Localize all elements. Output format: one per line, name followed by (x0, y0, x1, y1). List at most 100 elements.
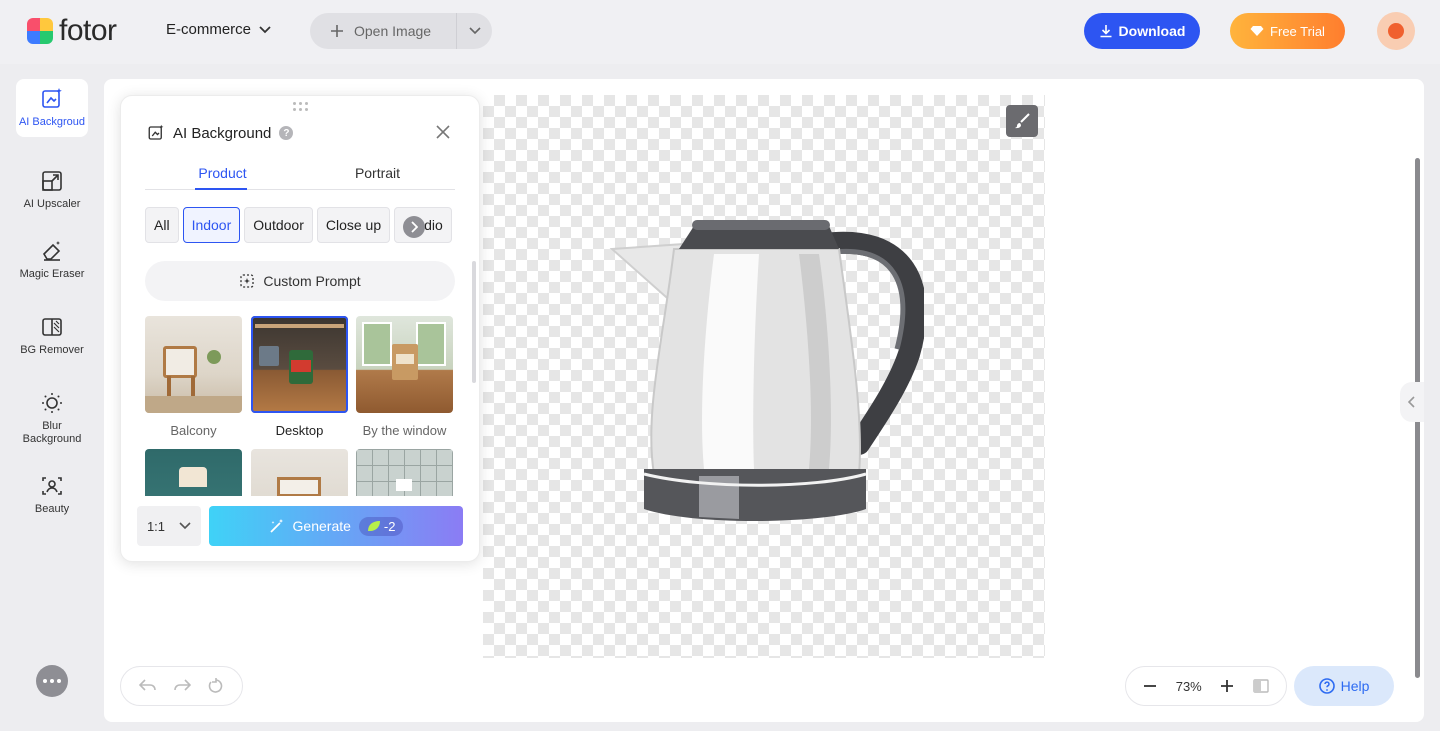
tab-product[interactable]: Product (145, 158, 300, 190)
blur-icon (42, 393, 62, 413)
info-icon[interactable]: ? (279, 126, 294, 140)
ai-background-panel: AI Background ? Product Portrait All Ind… (120, 95, 480, 562)
undo-icon[interactable] (139, 679, 157, 693)
open-image-button[interactable]: Open Image (310, 13, 456, 49)
chevron-right-icon (411, 221, 418, 233)
tool-rail: AI Backgroud AI Upscaler Magic Eraser BG… (0, 64, 104, 731)
drag-handle-icon[interactable] (293, 102, 308, 111)
fotor-logo[interactable]: fotor (27, 16, 117, 46)
credit-cost: -2 (383, 518, 396, 534)
download-icon (1100, 25, 1112, 38)
generate-button[interactable]: Generate -2 (209, 506, 463, 546)
zoom-in-icon[interactable] (1220, 679, 1234, 693)
diamond-icon (1250, 26, 1264, 36)
logo-mark-icon (27, 18, 53, 44)
avatar-dot (1388, 23, 1404, 39)
chip-indoor[interactable]: Indoor (182, 207, 241, 243)
brush-tool-button[interactable] (1006, 105, 1038, 137)
generate-label: Generate (292, 518, 351, 534)
eraser-icon (42, 241, 61, 261)
template-desktop[interactable]: Desktop (251, 316, 348, 438)
chip-all[interactable]: All (145, 207, 179, 243)
bg-remover-icon (42, 318, 62, 336)
chips-next-button[interactable] (403, 216, 425, 238)
panel-footer: 1:1 Generate -2 (137, 505, 467, 547)
more-dots-icon (57, 679, 61, 683)
download-label: Download (1118, 23, 1186, 39)
redo-icon[interactable] (173, 679, 192, 693)
logo-text: fotor (59, 14, 117, 47)
open-image-label: Open Image (354, 23, 432, 39)
open-image-dropdown[interactable] (456, 13, 492, 49)
chevron-left-icon (1408, 396, 1415, 408)
free-trial-label: Free Trial (1270, 23, 1325, 39)
ai-background-icon (42, 88, 62, 108)
tab-portrait[interactable]: Portrait (300, 158, 455, 189)
collapse-side-tab[interactable] (1400, 382, 1424, 422)
panel-title: AI Background (173, 124, 272, 142)
rail-item-blur-background[interactable]: Blur Background (16, 383, 88, 454)
template-thumb-6[interactable] (356, 449, 453, 496)
template-image (145, 449, 242, 496)
reset-icon[interactable] (208, 678, 224, 694)
template-image (251, 449, 348, 496)
magic-prompt-icon (240, 274, 255, 288)
rail-item-ai-background[interactable]: AI Backgroud (16, 79, 88, 137)
panel-header: AI Background ? (147, 124, 294, 142)
template-thumb-5[interactable] (251, 449, 348, 496)
rail-item-label: Beauty (34, 503, 70, 515)
template-thumb-4[interactable] (145, 449, 242, 496)
template-balcony[interactable]: Balcony (145, 316, 242, 438)
rail-item-magic-eraser[interactable]: Magic Eraser (16, 231, 88, 289)
template-image (356, 316, 453, 413)
rail-item-bg-remover[interactable]: BG Remover (16, 307, 88, 365)
aspect-ratio-select[interactable]: 1:1 (137, 506, 201, 546)
custom-prompt-button[interactable]: Custom Prompt (145, 261, 455, 301)
template-image (251, 316, 348, 413)
chip-outdoor[interactable]: Outdoor (244, 207, 313, 243)
open-image-control: Open Image (310, 13, 492, 49)
history-controls (120, 666, 243, 706)
template-caption: By the window (362, 423, 447, 438)
template-caption: Desktop (275, 423, 324, 438)
panel-tabs: Product Portrait (145, 158, 455, 190)
rail-item-label: Magic Eraser (19, 268, 85, 280)
plus-icon (331, 25, 343, 37)
rail-item-label: Blur Background (22, 420, 82, 445)
rail-item-label: AI Upscaler (23, 198, 81, 210)
help-button[interactable]: Help (1294, 666, 1394, 706)
chevron-down-icon (259, 25, 271, 33)
more-tools-button[interactable] (36, 665, 68, 697)
chevron-down-icon (179, 522, 191, 530)
help-label: Help (1340, 678, 1370, 694)
zoom-controls: 73% (1125, 666, 1287, 706)
ecommerce-menu[interactable]: E-commerce (166, 21, 271, 38)
download-button[interactable]: Download (1084, 13, 1200, 49)
credit-cost-badge: -2 (358, 516, 404, 536)
ecommerce-menu-label: E-commerce (166, 21, 252, 38)
rail-item-label: BG Remover (20, 344, 84, 356)
template-grid: Balcony Desktop By the window (145, 316, 455, 496)
leaf-icon (367, 521, 380, 531)
rail-item-beauty[interactable]: Beauty (16, 466, 88, 524)
rail-item-ai-upscaler[interactable]: AI Upscaler (16, 161, 88, 219)
close-icon[interactable] (433, 122, 453, 142)
template-image (356, 449, 453, 496)
zoom-out-icon[interactable] (1143, 679, 1157, 693)
compare-icon[interactable] (1253, 679, 1269, 693)
panel-scrollbar[interactable] (472, 261, 476, 383)
avatar[interactable] (1377, 12, 1415, 50)
more-dots-icon (50, 679, 54, 683)
rail-item-label: AI Backgroud (18, 116, 86, 128)
free-trial-button[interactable]: Free Trial (1230, 13, 1345, 49)
aspect-ratio-value: 1:1 (146, 518, 166, 534)
ai-background-icon (148, 124, 164, 140)
template-image (145, 316, 242, 413)
kettle-image[interactable] (604, 214, 924, 534)
custom-prompt-label: Custom Prompt (263, 273, 361, 289)
chip-close-up[interactable]: Close up (316, 207, 391, 243)
template-by-the-window[interactable]: By the window (356, 316, 453, 438)
help-icon (1318, 678, 1335, 694)
chevron-down-icon (468, 27, 481, 35)
upscale-icon (42, 171, 62, 191)
